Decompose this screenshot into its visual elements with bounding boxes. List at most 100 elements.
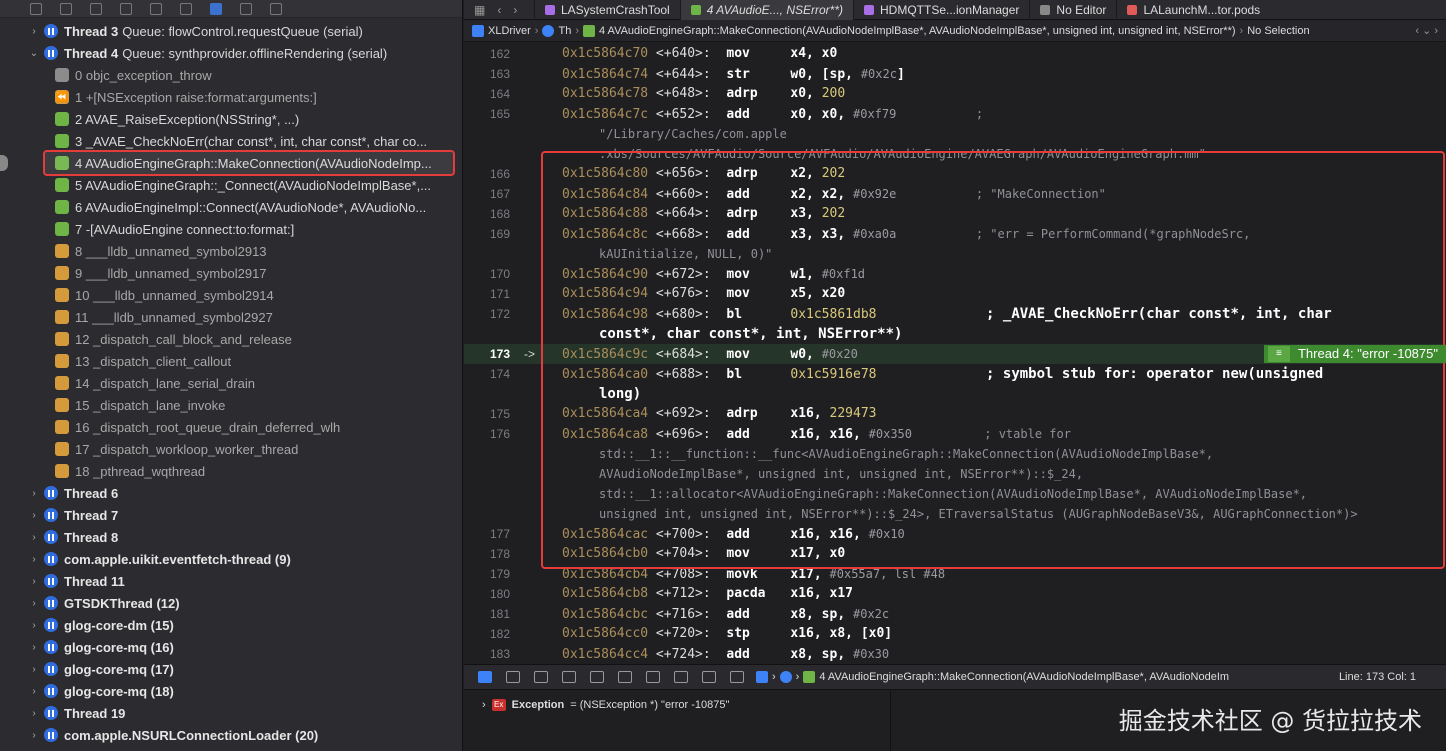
chevron-right-icon[interactable]: › [28,598,40,609]
view-hierarchy-icon[interactable] [646,671,660,683]
variable-row[interactable]: › Ex Exception = (NSException *) "error … [482,699,729,711]
tab-4[interactable]: LALaunchM...tor.pods [1116,0,1270,20]
stack-frame-row[interactable]: 14 _dispatch_lane_serial_drain [0,372,462,394]
debug-frame-path[interactable]: › › 4 AVAudioEngineGraph::MakeConnection… [756,671,1229,683]
thread-row[interactable]: › Thread 6 [0,482,462,504]
breakpoint-icon[interactable] [240,2,252,15]
folder-icon[interactable] [30,2,42,15]
thread-row[interactable]: › GTSDKThread (12) [0,592,462,614]
chevron-right-icon[interactable]: › [28,664,40,675]
continue-icon[interactable] [534,671,548,683]
pane-divider[interactable] [890,691,891,751]
stack-frame-row[interactable]: 3 _AVAE_CheckNoErr(char const*, int, cha… [0,130,462,152]
tab-label: LALaunchM...tor.pods [1143,2,1261,17]
breakpoints-toggle-icon[interactable] [506,671,520,683]
jumpbar-frame[interactable]: 4 AVAudioEngineGraph::MakeConnection(AVA… [599,25,1236,37]
operands: x16, x16, [790,527,869,542]
stack-frame-row[interactable]: 2 AVAE_RaiseException(NSString*, ...) [0,108,462,130]
grid-icon[interactable]: ▦ [474,3,485,17]
stack-frame-row[interactable]: 0 objc_exception_throw [0,64,462,86]
issue-icon[interactable] [150,2,162,15]
tab-1[interactable]: 4 AVAudioE..., NSError**) [679,0,854,20]
stack-frame-row[interactable]: 6 AVAudioEngineImpl::Connect(AVAudioNode… [0,196,462,218]
frame-label: 16 _dispatch_root_queue_drain_deferred_w… [75,419,341,435]
mnemonic: add [726,187,750,202]
thread-row[interactable]: ⌄ Thread 4 Queue: synthprovider.offlineRen… [0,42,462,64]
step-into-icon[interactable] [590,671,604,683]
toggle-console-icon[interactable] [478,671,492,683]
thread-row[interactable]: › Thread 8 [0,526,462,548]
thread-row[interactable]: › glog-core-mq (18) [0,680,462,702]
tab-0[interactable]: LASystemCrashTool [534,0,680,20]
instruction-offset: <+700>: [655,527,711,542]
stack-frame-row[interactable]: 17 _dispatch_workloop_worker_thread [0,438,462,460]
disclosure-icon[interactable]: › [482,699,486,711]
thread-error-badge[interactable]: ≡ Thread 4: "error -10875" [1263,345,1446,363]
code-continuation: std::__1::__function::__func<AVAudioEngi… [599,447,1214,461]
chevron-right-icon[interactable]: › [28,576,40,587]
issue-navigation[interactable]: ‹ ⌄ › [1415,24,1438,37]
instruction-address: 0x1c5864c84 [562,187,649,202]
stack-frame-row[interactable]: ⏪ 1 +[NSException raise:format:arguments:… [0,86,462,108]
instruction-offset: <+720>: [655,626,711,641]
instruction-offset: <+660>: [655,187,711,202]
line-number: 167 [489,187,510,201]
thread-row[interactable]: › com.apple.NSURLConnectionLoader (20) [0,724,462,746]
frame-icon: ⏪ [55,90,69,104]
back-icon[interactable]: ‹ [497,3,501,17]
debug-navigator-icon[interactable] [210,2,222,15]
chevron-right-icon[interactable]: › [28,642,40,653]
thread-row[interactable]: › glog-core-dm (15) [0,614,462,636]
thread-row[interactable]: › glog-core-mq (17) [0,658,462,680]
forward-icon[interactable]: › [513,3,517,17]
stack-frame-row[interactable]: 8 ___lldb_unnamed_symbol2913 [0,240,462,262]
instruction-address: 0x1c5864cb0 [562,546,649,561]
thread-row[interactable]: › Thread 19 [0,702,462,724]
chevron-right-icon[interactable]: › [28,708,40,719]
chevron-right-icon[interactable]: › [28,686,40,697]
report-icon[interactable] [270,2,282,15]
code-continuation: "/Library/Caches/com.apple [599,127,787,141]
jumpbar-project[interactable]: XLDriver [488,25,531,37]
bookmark-icon[interactable] [90,2,102,15]
thread-row[interactable]: › com.apple.uikit.eventfetch-thread (9) [0,548,462,570]
step-out-icon[interactable] [618,671,632,683]
search-icon[interactable] [120,2,132,15]
thread-row[interactable]: › glog-core-mq (16) [0,636,462,658]
tab-2[interactable]: HDMQTTSe...ionManager [853,0,1029,20]
chevron-right-icon[interactable]: › [28,620,40,631]
stack-frame-row[interactable]: 9 ___lldb_unnamed_symbol2917 [0,262,462,284]
location-icon[interactable] [730,671,744,683]
stack-frame-row[interactable]: 15 _dispatch_lane_invoke [0,394,462,416]
test-icon[interactable] [180,2,192,15]
thread-name: Thread 4 [64,45,119,61]
stack-frame-row[interactable]: 7 -[AVAudioEngine connect:to:format:] [0,218,462,240]
chevron-right-icon[interactable]: › [28,510,40,521]
stack-frame-row[interactable]: 12 _dispatch_call_block_and_release [0,328,462,350]
jumpbar-thread[interactable]: Th [558,25,571,37]
chevron-right-icon[interactable]: › [28,554,40,565]
step-over-icon[interactable] [562,671,576,683]
tab-3[interactable]: No Editor [1029,0,1116,20]
chevron-right-icon[interactable]: › [28,730,40,741]
stack-frame-row[interactable]: 11 ___lldb_unnamed_symbol2927 [0,306,462,328]
thread-row[interactable]: › Thread 7 [0,504,462,526]
stack-frame-row[interactable]: 5 AVAudioEngineGraph::_Connect(AVAudioNo… [0,174,462,196]
immediate: #0xa0a [853,227,897,241]
stack-frame-row[interactable]: 18 _pthread_wqthread [0,460,462,482]
jumpbar-selection[interactable]: No Selection [1247,25,1309,37]
thread-row[interactable]: › Thread 11 [0,570,462,592]
chevron-right-icon[interactable]: › [28,532,40,543]
chevron-right-icon[interactable]: › [28,26,40,37]
source-control-icon[interactable] [60,2,72,15]
frame-icon [55,200,69,214]
stack-frame-row[interactable]: 10 ___lldb_unnamed_symbol2914 [0,284,462,306]
disassembly-view[interactable]: 162 0x1c5864c70 <+640>: mov x4, x0 163 0x1c5… [464,44,1446,664]
thread-row[interactable]: › Thread 3 Queue: flowControl.requestQueue… [0,20,462,42]
memory-graph-icon[interactable] [674,671,688,683]
chevron-down-icon[interactable]: ⌄ [28,48,40,59]
chevron-right-icon[interactable]: › [28,488,40,499]
stack-frame-row[interactable]: 16 _dispatch_root_queue_drain_deferred_w… [0,416,462,438]
environment-icon[interactable] [702,671,716,683]
stack-frame-row[interactable]: 13 _dispatch_client_callout [0,350,462,372]
